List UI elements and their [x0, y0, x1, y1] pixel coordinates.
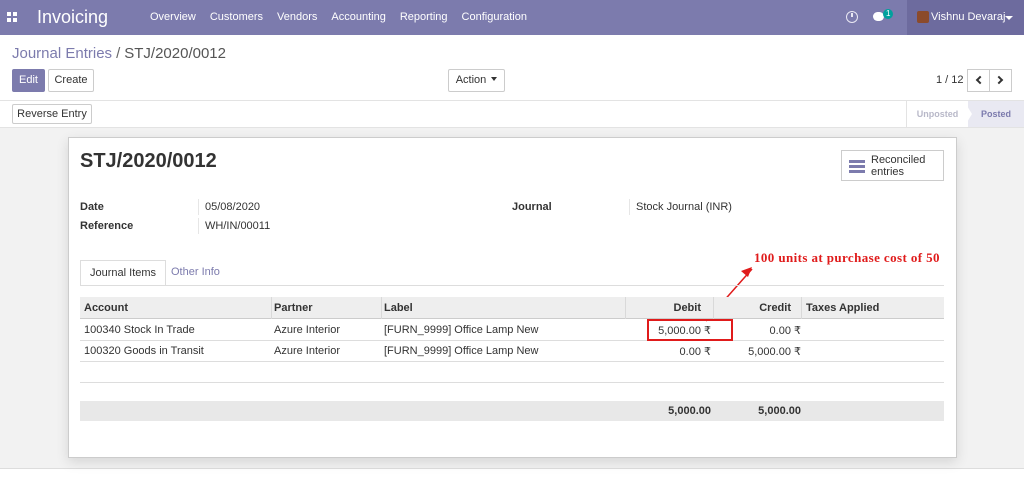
header-label[interactable]: Label [384, 302, 413, 314]
statusbar: Reverse Entry Unposted Posted [0, 100, 1024, 128]
main-menu: Overview Customers Vendors Accounting Re… [150, 11, 541, 23]
reference-field: WH/IN/00011 [205, 220, 271, 232]
reconciled-label-line1: Reconciled [871, 154, 926, 166]
breadcrumb-current: STJ/2020/0012 [124, 45, 226, 62]
action-dropdown[interactable]: Action [448, 69, 505, 92]
reconciled-entries-label: Reconciled entries [871, 154, 925, 178]
user-name: Vishnu Devaraj [931, 11, 1006, 23]
pager-previous-button[interactable] [967, 69, 990, 92]
edit-button[interactable]: Edit [12, 69, 45, 92]
header-credit[interactable]: Credit [720, 302, 791, 314]
divider [271, 297, 272, 319]
header-account[interactable]: Account [84, 302, 128, 314]
status-unposted[interactable]: Unposted [906, 101, 968, 127]
chevron-right-icon [994, 75, 1004, 85]
annotation-text: 100 units at purchase cost of 50 [754, 250, 940, 265]
divider [625, 297, 626, 319]
tab-journal-items[interactable]: Journal Items [80, 260, 167, 286]
cell-credit: 5,000.00 ₹ [748, 346, 801, 358]
breadcrumb-journal-entries[interactable]: Journal Entries [12, 45, 112, 62]
cell-label: [FURN_9999] Office Lamp New [384, 345, 539, 357]
cell-partner: Azure Interior [274, 324, 341, 336]
divider [713, 297, 714, 319]
cell-label: [FURN_9999] Office Lamp New [384, 324, 539, 336]
tab-other-info[interactable]: Other Info [162, 260, 229, 286]
create-button[interactable]: Create [48, 69, 94, 92]
journal-field: Stock Journal (INR) [636, 201, 732, 213]
total-debit: 5,000.00 [668, 405, 711, 417]
activity-clock-icon[interactable] [846, 11, 858, 23]
breadcrumb-separator: / [116, 45, 121, 62]
list-icon [849, 159, 865, 173]
reconciled-entries-button[interactable]: Reconciled entries [841, 150, 944, 181]
reconciled-label-line2: entries [871, 166, 905, 178]
table-totals: 5,000.00 5,000.00 [80, 401, 944, 421]
total-credit: 5,000.00 [758, 405, 801, 417]
caret-down-icon [1005, 16, 1013, 20]
divider [629, 199, 630, 215]
journal-label: Journal [512, 201, 552, 213]
pager-value[interactable]: 1 / 12 [936, 74, 964, 86]
divider [381, 297, 382, 319]
menu-customers[interactable]: Customers [210, 11, 263, 23]
pager-next-button[interactable] [989, 69, 1012, 92]
reverse-entry-button[interactable]: Reverse Entry [12, 104, 92, 124]
app-title: Invoicing [37, 7, 109, 27]
chat-count-badge: 1 [883, 9, 894, 19]
date-label: Date [80, 201, 104, 213]
cell-partner: Azure Interior [274, 345, 341, 357]
cell-account: 100320 Goods in Transit [84, 345, 204, 357]
menu-overview[interactable]: Overview [150, 11, 196, 23]
divider [801, 297, 802, 319]
reference-label: Reference [80, 220, 134, 232]
cell-account: 100340 Stock In Trade [84, 324, 195, 336]
status-arrow [964, 101, 972, 127]
apps-grid-icon[interactable] [7, 12, 17, 22]
header-partner[interactable]: Partner [274, 302, 313, 314]
header-debit[interactable]: Debit [635, 302, 702, 314]
table-header: Account Partner Label Debit Credit Taxes… [80, 297, 944, 319]
menu-configuration[interactable]: Configuration [462, 11, 527, 23]
breadcrumb: Journal Entries / STJ/2020/0012 [12, 45, 226, 62]
top-navbar: Invoicing Overview Customers Vendors Acc… [0, 0, 1024, 35]
cell-debit: 0.00 ₹ [679, 346, 711, 358]
menu-vendors[interactable]: Vendors [277, 11, 317, 23]
table-row[interactable]: 100320 Goods in Transit Azure Interior [… [80, 341, 944, 362]
status-posted[interactable]: Posted [968, 101, 1024, 127]
divider [198, 199, 199, 215]
divider [0, 468, 1024, 469]
caret-down-icon [491, 77, 498, 81]
menu-reporting[interactable]: Reporting [400, 11, 448, 23]
action-label: Action [455, 74, 487, 86]
chevron-left-icon [975, 75, 985, 85]
tabs-divider [80, 285, 944, 286]
table-row[interactable]: 100340 Stock In Trade Azure Interior [FU… [80, 320, 944, 341]
annotation-highlight-box [647, 319, 733, 341]
record-title: STJ/2020/0012 [80, 150, 217, 172]
date-field: 05/08/2020 [205, 201, 261, 213]
menu-accounting[interactable]: Accounting [331, 11, 385, 23]
avatar [917, 11, 929, 23]
table-row-empty [80, 362, 944, 383]
user-menu[interactable]: Vishnu Devaraj [907, 0, 1024, 35]
header-taxes[interactable]: Taxes Applied [806, 302, 879, 314]
divider [198, 218, 199, 234]
